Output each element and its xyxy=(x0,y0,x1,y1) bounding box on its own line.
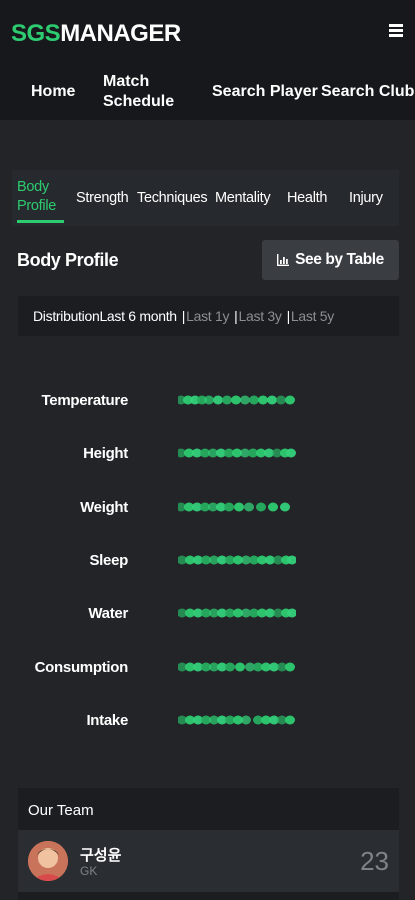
distribution-dot xyxy=(285,715,295,725)
period-option-1y[interactable]: Last 1y xyxy=(186,308,229,324)
player-position: GK xyxy=(80,864,98,878)
distribution-dot xyxy=(285,395,295,405)
metric-distribution-temperature xyxy=(178,395,295,405)
metric-label-water: Water xyxy=(88,605,128,622)
profile-tabs: Body Profile Strength Techniques Mentali… xyxy=(12,170,399,226)
active-tab-indicator xyxy=(17,220,64,223)
distribution-dot xyxy=(268,502,278,512)
nav-match-line2: Schedule xyxy=(103,93,175,110)
period-separator: | xyxy=(286,308,291,324)
distribution-dot xyxy=(234,502,244,512)
metric-distribution-weight xyxy=(178,502,290,512)
distribution-dot xyxy=(231,395,241,405)
distribution-dot xyxy=(224,502,234,512)
distribution-dot xyxy=(286,448,296,458)
period-option-5y[interactable]: Last 5y xyxy=(291,308,334,324)
distribution-dot xyxy=(244,502,254,512)
metric-label-consumption: Consumption xyxy=(34,659,129,676)
period-option-3y[interactable]: Last 3y xyxy=(239,308,282,324)
nav-match-line1: Match xyxy=(103,73,150,90)
period-separator: | xyxy=(181,308,186,324)
bar-chart-icon xyxy=(277,254,290,266)
period-selector: Distribution Last 6 month | Last 1y | La… xyxy=(18,296,399,336)
metric-label-weight: Weight xyxy=(80,499,128,516)
distribution-dot xyxy=(258,395,268,405)
tab-mentality[interactable]: Mentality xyxy=(215,188,271,208)
metric-label-height: Height xyxy=(83,445,128,462)
distribution-dot xyxy=(267,395,277,405)
tab-health[interactable]: Health xyxy=(287,188,327,208)
metric-distribution-height xyxy=(178,448,296,458)
distribution-label: Distribution xyxy=(33,308,100,324)
metric-label-sleep: Sleep xyxy=(89,552,128,569)
distribution-dot xyxy=(249,395,259,405)
player-avatar xyxy=(28,841,68,881)
nav-match-schedule[interactable]: Match Schedule xyxy=(103,72,174,112)
app-header: SGSMANAGER Home Match Schedule Search Pl… xyxy=(0,0,415,120)
player-row[interactable]: 구성윤 GK 23 xyxy=(18,830,399,892)
tab-techniques[interactable]: Techniques xyxy=(137,188,208,208)
metric-label-temperature: Temperature xyxy=(41,392,129,409)
distribution-dot xyxy=(213,395,223,405)
distribution-dot xyxy=(276,395,286,405)
main-nav: Home Match Schedule Search Player Search… xyxy=(0,70,415,114)
tab-strength[interactable]: Strength xyxy=(76,188,129,208)
player-number: 23 xyxy=(360,846,389,876)
distribution-dot xyxy=(235,662,245,672)
tab-body-line2: Profile xyxy=(17,198,56,214)
our-team-panel: Our Team 구성윤 GK 23 xyxy=(18,788,399,900)
menu-icon[interactable] xyxy=(389,24,403,37)
section-title: Body Profile xyxy=(17,250,119,270)
team-title: Our Team xyxy=(28,802,94,819)
period-option-6m[interactable]: Last 6 month xyxy=(99,308,177,324)
see-by-table-label: See by Table xyxy=(295,251,384,268)
metric-distribution-water xyxy=(178,608,296,618)
brand-logo[interactable]: SGSMANAGER xyxy=(11,20,181,48)
nav-home[interactable]: Home xyxy=(31,82,75,102)
metric-distribution-intake xyxy=(178,715,295,725)
tab-body-profile[interactable]: Body Profile xyxy=(17,178,56,216)
period-separator: | xyxy=(234,308,238,324)
distribution-dot xyxy=(285,662,295,672)
player-name: 구성윤 xyxy=(80,847,122,864)
distribution-dot xyxy=(280,502,290,512)
tab-body-line1: Body xyxy=(17,179,49,195)
brand-sgs: SGS xyxy=(11,20,61,47)
distribution-dot xyxy=(256,502,266,512)
nav-search-club[interactable]: Search Club xyxy=(321,82,414,102)
see-by-table-button[interactable]: See by Table xyxy=(262,240,399,280)
distribution-dot xyxy=(222,395,232,405)
distribution-dot xyxy=(240,395,250,405)
distribution-dot xyxy=(204,395,214,405)
nav-search-player[interactable]: Search Player xyxy=(212,82,318,102)
distribution-dot xyxy=(225,662,235,672)
metric-distribution-sleep xyxy=(178,555,296,565)
distribution-dot xyxy=(241,715,251,725)
brand-manager: MANAGER xyxy=(60,20,181,47)
metric-distribution-consumption xyxy=(178,662,295,672)
metric-label-intake: Intake xyxy=(86,712,128,729)
tab-injury[interactable]: Injury xyxy=(349,188,383,208)
